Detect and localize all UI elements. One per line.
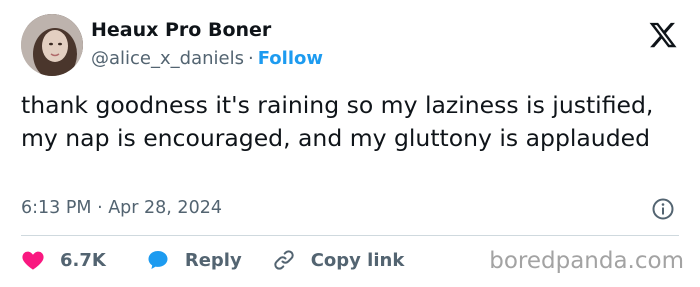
link-icon: [274, 250, 294, 270]
action-bar: 6.7K Reply Copy link: [21, 246, 404, 274]
like-button[interactable]: 6.7K: [21, 248, 106, 272]
avatar-photo: [21, 14, 83, 76]
author-handle[interactable]: @alice_x_daniels: [91, 48, 244, 69]
reply-label: Reply: [184, 249, 242, 271]
chat-bubble-icon: [148, 251, 168, 269]
reply-button[interactable]: Reply: [146, 248, 242, 272]
author-handle-row: @alice_x_daniels · Follow: [91, 48, 323, 69]
watermark: boredpanda.com: [489, 248, 684, 274]
x-logo-icon[interactable]: [648, 20, 678, 50]
info-icon[interactable]: [651, 197, 675, 221]
tweet-timestamp[interactable]: 6:13 PM · Apr 28, 2024: [21, 198, 222, 218]
separator-dot: ·: [247, 48, 254, 69]
divider: [21, 235, 679, 236]
like-count: 6.7K: [60, 249, 106, 271]
copy-link-button[interactable]: Copy link: [272, 248, 405, 272]
heart-icon: [22, 251, 44, 270]
tweet-text: thank goodness it's raining so my lazine…: [21, 91, 654, 152]
follow-button[interactable]: Follow: [258, 48, 323, 69]
copy-link-label: Copy link: [310, 249, 405, 271]
author-display-name[interactable]: Heaux Pro Boner: [91, 19, 271, 41]
avatar[interactable]: [21, 14, 83, 76]
